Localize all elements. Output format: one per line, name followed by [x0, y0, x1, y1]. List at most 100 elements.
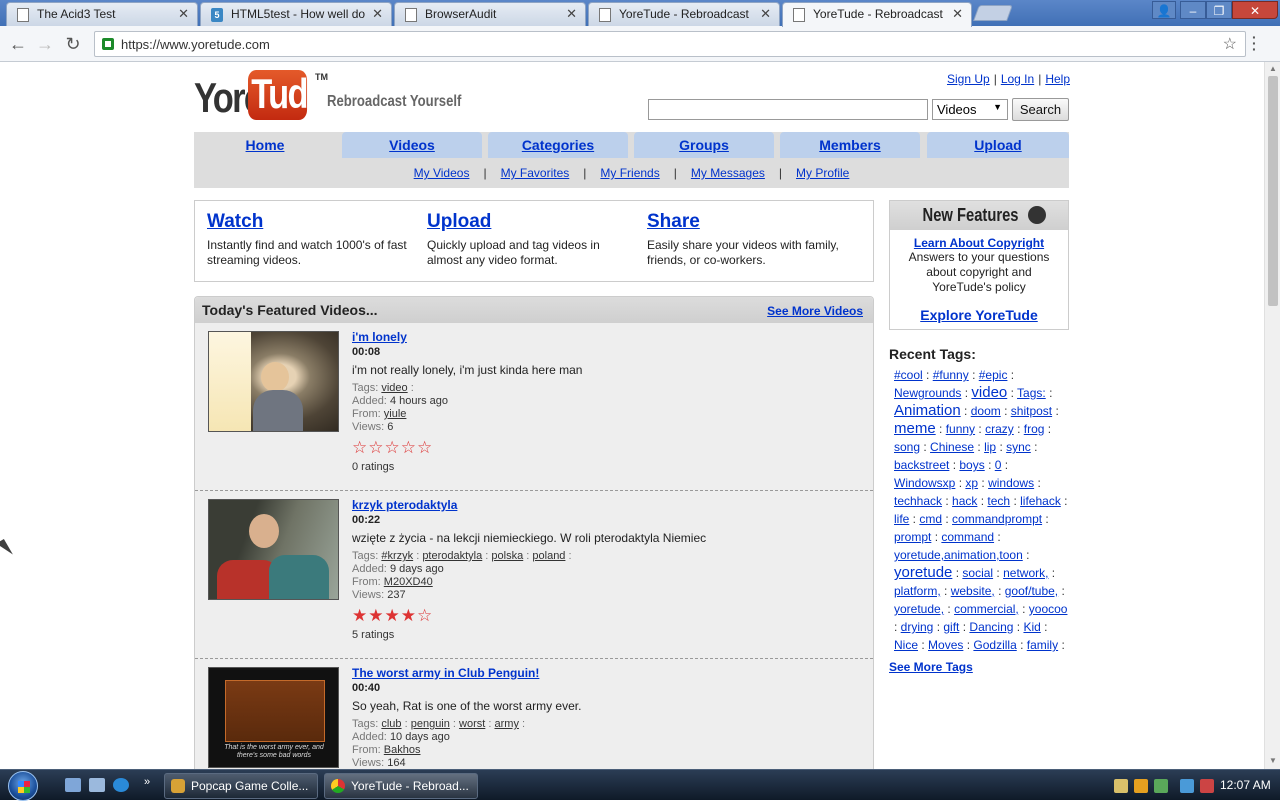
learn-copyright-link[interactable]: Learn About Copyright [914, 236, 1044, 250]
star-rating[interactable]: ☆☆☆☆☆ [352, 438, 852, 458]
my-videos-link[interactable]: My Videos [414, 166, 470, 180]
tag-link[interactable]: sync [1006, 440, 1031, 454]
tag-link[interactable]: life [894, 512, 909, 526]
star-filled-icon[interactable]: ★ [352, 606, 368, 625]
search-input[interactable] [648, 99, 928, 120]
tag-link[interactable]: yoocoo [1029, 602, 1068, 616]
tag-link[interactable]: hack [952, 494, 977, 508]
internet-explorer-icon[interactable] [113, 778, 129, 792]
log-in-link[interactable]: Log In [1001, 72, 1034, 86]
scroll-down-arrow-icon[interactable]: ▼ [1269, 756, 1277, 765]
tag-link[interactable]: prompt [894, 530, 931, 544]
tag-link[interactable]: yoretude,animation,toon [894, 548, 1023, 562]
forward-arrow-icon[interactable]: → [34, 33, 56, 55]
tag-link[interactable]: command [941, 530, 994, 544]
nav-tab-members[interactable]: Members [780, 132, 920, 158]
tag-link[interactable]: network, [1003, 566, 1048, 580]
taskbar-button[interactable]: Popcap Game Colle... [164, 773, 318, 799]
shield-icon[interactable] [1134, 779, 1148, 793]
video-tag-link[interactable]: poland [532, 550, 565, 562]
video-author-link[interactable]: M20XD40 [384, 576, 433, 588]
nav-tab-label[interactable]: Upload [974, 137, 1021, 153]
tag-link[interactable]: Kid [1023, 620, 1040, 634]
video-tag-link[interactable]: worst [459, 718, 485, 730]
video-author-link[interactable]: yiule [384, 408, 407, 420]
video-thumbnail[interactable] [208, 499, 339, 600]
tag-link[interactable]: lip [984, 440, 996, 454]
tag-link[interactable]: lifehack [1020, 494, 1061, 508]
site-logo[interactable]: Yore Tude TM Rebroadcast Yourself [194, 70, 461, 126]
video-tag-link[interactable]: #krzyk [381, 550, 413, 562]
tag-link[interactable]: Dancing [969, 620, 1013, 634]
reload-icon[interactable]: ↻ [62, 33, 84, 55]
my-favorites-link[interactable]: My Favorites [501, 166, 570, 180]
tag-link[interactable]: Moves [928, 638, 963, 652]
help-link[interactable]: Help [1045, 72, 1070, 86]
nav-tab-home[interactable]: Home [194, 132, 336, 158]
window-close-button[interactable]: ✕ [1232, 1, 1278, 19]
new-tab-button[interactable] [973, 5, 1013, 21]
switch-windows-icon[interactable] [89, 778, 105, 792]
tag-link[interactable]: Windowsxp [894, 476, 955, 490]
close-tab-icon[interactable]: ✕ [178, 6, 189, 22]
video-title-link[interactable]: The worst army in Club Penguin! [352, 666, 539, 680]
browser-tab-active[interactable]: YoreTude - Rebroadcast ✕ [782, 2, 972, 27]
address-bar[interactable]: https://www.yoretude.com ☆ [94, 31, 1246, 57]
video-tag-link[interactable]: polska [491, 550, 523, 562]
tag-link[interactable]: video [971, 384, 1007, 401]
scrollbar-thumb[interactable] [1268, 76, 1278, 306]
explore-yoretude-link[interactable]: Explore YoreTude [920, 307, 1037, 323]
nav-tab-label[interactable]: Categories [522, 137, 594, 153]
star-empty-icon[interactable]: ☆ [368, 438, 384, 457]
tag-link[interactable]: meme [894, 420, 936, 437]
browser-tab[interactable]: 5 HTML5test - How well do ✕ [200, 2, 392, 26]
video-tag-link[interactable]: video [381, 382, 407, 394]
tag-link[interactable]: commandprompt [952, 512, 1042, 526]
tag-link[interactable]: website, [951, 584, 995, 598]
minimize-button[interactable]: – [1180, 1, 1206, 19]
my-profile-link[interactable]: My Profile [796, 166, 849, 180]
start-button[interactable] [8, 771, 38, 801]
video-tag-link[interactable]: pterodaktyla [422, 550, 482, 562]
see-more-tags-link[interactable]: See More Tags [889, 660, 1071, 674]
bookmark-star-icon[interactable]: ☆ [1223, 34, 1237, 54]
video-title-link[interactable]: i'm lonely [352, 330, 407, 344]
browser-tab[interactable]: BrowserAudit ✕ [394, 2, 586, 26]
star-empty-icon[interactable]: ☆ [417, 438, 433, 457]
star-rating[interactable]: ★★★★☆ [352, 606, 852, 626]
tag-link[interactable]: family [1027, 638, 1058, 652]
page-scrollbar[interactable]: ▲ ▼ [1264, 62, 1280, 769]
nav-tab-label[interactable]: Groups [679, 137, 729, 153]
tag-link[interactable]: crazy [985, 422, 1014, 436]
tag-link[interactable]: tech [987, 494, 1010, 508]
video-title-link[interactable]: krzyk pterodaktyla [352, 498, 457, 512]
intro-share-link[interactable]: Share [647, 211, 857, 233]
tag-link[interactable]: Chinese [930, 440, 974, 454]
tag-link[interactable]: shitpost [1011, 404, 1052, 418]
menu-icon[interactable]: · · · [1252, 30, 1257, 56]
star-filled-icon[interactable]: ★ [368, 606, 384, 625]
video-tag-link[interactable]: penguin [411, 718, 450, 730]
tag-link[interactable]: #cool [894, 368, 923, 382]
tag-link[interactable]: frog [1024, 422, 1045, 436]
tag-link[interactable]: Godzilla [973, 638, 1016, 652]
browser-tab[interactable]: The Acid3 Test ✕ [6, 2, 198, 26]
tray-icon[interactable] [1114, 779, 1128, 793]
my-friends-link[interactable]: My Friends [600, 166, 659, 180]
nav-tab-label[interactable]: Home [246, 137, 285, 153]
tag-link[interactable]: platform, [894, 584, 941, 598]
back-arrow-icon[interactable]: ← [7, 33, 29, 55]
close-tab-icon[interactable]: ✕ [952, 6, 963, 22]
video-author-link[interactable]: Bakhos [384, 744, 421, 756]
clock[interactable]: 12:07 AM [1220, 778, 1271, 792]
video-tag-link[interactable]: club [381, 718, 401, 730]
tag-link[interactable]: Newgrounds [894, 386, 961, 400]
tag-link[interactable]: social [962, 566, 993, 580]
close-tab-icon[interactable]: ✕ [566, 6, 577, 22]
tag-link[interactable]: funny [946, 422, 975, 436]
nav-tab-label[interactable]: Members [819, 137, 880, 153]
video-thumbnail[interactable]: That is the worst army ever, and there's… [208, 667, 339, 768]
network-icon[interactable] [1180, 779, 1194, 793]
star-empty-icon[interactable]: ☆ [401, 438, 417, 457]
close-tab-icon[interactable]: ✕ [760, 6, 771, 22]
